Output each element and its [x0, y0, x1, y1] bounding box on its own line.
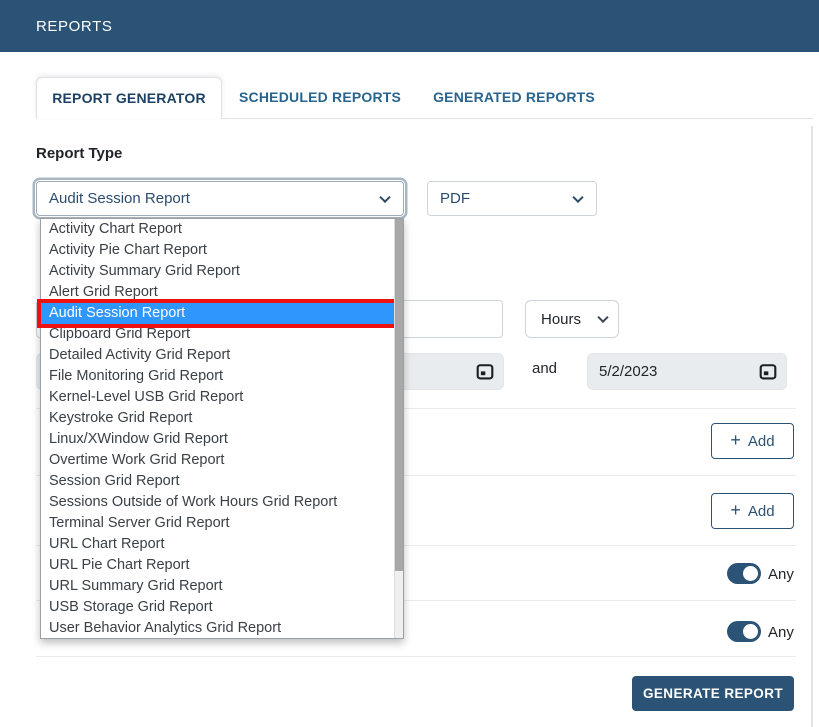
dropdown-option[interactable]: Audit Session Report: [41, 303, 394, 324]
generate-report-button[interactable]: GENERATE REPORT: [632, 676, 794, 711]
calendar-icon[interactable]: [475, 362, 494, 381]
add-button-label: Add: [748, 503, 775, 520]
any-toggle-label: Any: [768, 624, 794, 641]
interval-unit-value: Hours: [526, 311, 581, 328]
tab-report-generator[interactable]: REPORT GENERATOR: [36, 77, 222, 119]
divider: [36, 656, 796, 657]
dropdown-option[interactable]: Kernel-Level USB Grid Report: [41, 387, 394, 408]
dropdown-option[interactable]: Detailed Activity Grid Report: [41, 345, 394, 366]
report-type-dropdown: Activity Chart ReportActivity Pie Chart …: [40, 218, 404, 639]
dropdown-option[interactable]: Overtime Work Grid Report: [41, 450, 394, 471]
any-toggle-1[interactable]: [727, 563, 761, 584]
add-button-2[interactable]: + Add: [711, 493, 794, 529]
calendar-icon: [476, 363, 494, 381]
tab-scheduled-reports[interactable]: SCHEDULED REPORTS: [224, 77, 416, 118]
page-title: REPORTS: [36, 18, 112, 35]
any-toggle-label: Any: [768, 566, 794, 583]
add-button-label: Add: [748, 433, 775, 450]
dropdown-option[interactable]: URL Pie Chart Report: [41, 555, 394, 576]
dropdown-scrollbar[interactable]: [394, 219, 403, 638]
dropdown-option[interactable]: Activity Pie Chart Report: [41, 240, 394, 261]
dropdown-option[interactable]: Alert Grid Report: [41, 282, 394, 303]
dropdown-option[interactable]: Clipboard Grid Report: [41, 324, 394, 345]
tab-bar: REPORT GENERATORSCHEDULED REPORTSGENERAT…: [36, 77, 610, 119]
reports-screen: REPORTS REPORT GENERATORSCHEDULED REPORT…: [0, 0, 819, 727]
tab-generated-reports[interactable]: GENERATED REPORTS: [418, 77, 610, 118]
plus-icon: +: [730, 501, 741, 519]
date-range-conjunction: and: [532, 360, 557, 377]
calendar-icon[interactable]: [758, 362, 777, 381]
interval-unit-select[interactable]: Hours: [525, 300, 619, 338]
dropdown-option[interactable]: Activity Summary Grid Report: [41, 261, 394, 282]
chevron-down-icon: [572, 191, 583, 202]
dropdown-option[interactable]: Sessions Outside of Work Hours Grid Repo…: [41, 492, 394, 513]
report-type-label: Report Type: [36, 145, 122, 162]
end-date-input[interactable]: 5/2/2023: [587, 353, 787, 390]
dropdown-option[interactable]: Terminal Server Grid Report: [41, 513, 394, 534]
chevron-down-icon: [597, 312, 608, 323]
any-toggle-2[interactable]: [727, 621, 761, 642]
report-type-selected-value: Audit Session Report: [37, 190, 190, 207]
calendar-icon: [759, 363, 777, 381]
end-date-value: 5/2/2023: [588, 363, 657, 380]
dropdown-option[interactable]: Activity Chart Report: [41, 219, 394, 240]
app-header: REPORTS: [0, 0, 819, 52]
dropdown-option[interactable]: File Monitoring Grid Report: [41, 366, 394, 387]
dropdown-option[interactable]: URL Chart Report: [41, 534, 394, 555]
dropdown-option[interactable]: Linux/XWindow Grid Report: [41, 429, 394, 450]
scrollbar-thumb[interactable]: [395, 219, 403, 571]
chevron-down-icon: [379, 191, 390, 202]
report-format-select[interactable]: PDF: [427, 181, 597, 216]
plus-icon: +: [730, 431, 741, 449]
toggle-knob: [743, 624, 758, 639]
report-type-select[interactable]: Audit Session Report: [36, 181, 404, 216]
toggle-knob: [743, 566, 758, 581]
content-right-border: [811, 126, 813, 727]
report-format-selected-value: PDF: [428, 190, 470, 207]
dropdown-option[interactable]: Session Grid Report: [41, 471, 394, 492]
dropdown-option[interactable]: URL Summary Grid Report: [41, 576, 394, 597]
dropdown-option[interactable]: Keystroke Grid Report: [41, 408, 394, 429]
dropdown-option[interactable]: User Behavior Analytics Grid Report: [41, 618, 394, 639]
dropdown-option[interactable]: USB Storage Grid Report: [41, 597, 394, 618]
add-button-1[interactable]: + Add: [711, 423, 794, 459]
